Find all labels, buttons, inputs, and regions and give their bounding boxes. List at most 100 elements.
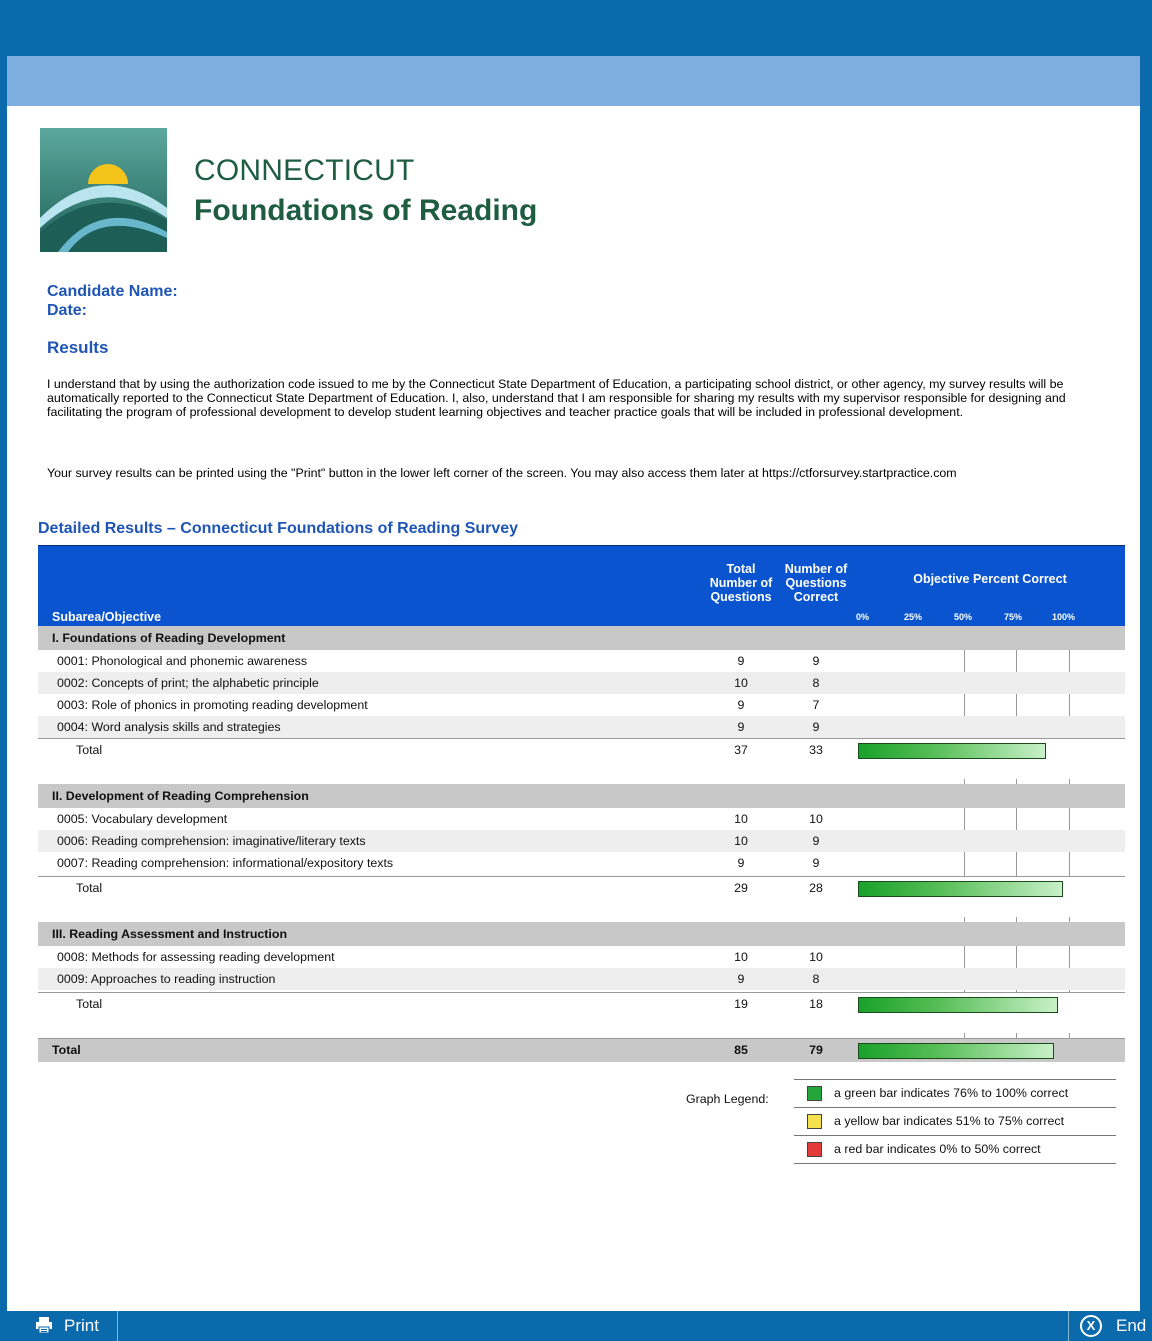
percent-bar — [858, 1043, 1055, 1059]
section-row: III. Reading Assessment and Instruction — [38, 922, 1125, 946]
correct-questions: 8 — [812, 676, 820, 690]
header-band — [7, 56, 1140, 106]
section-title: III. Reading Assessment and Instruction — [52, 927, 288, 941]
tick-label: 25% — [904, 612, 923, 622]
table-row: 0008: Methods for assessing reading deve… — [38, 946, 1125, 968]
results-page: CONNECTICUT Foundations of Reading Candi… — [7, 106, 1140, 1311]
table-row: 0006: Reading comprehension: imaginative… — [38, 830, 1125, 852]
results-table: Subarea/Objective Total Number of Questi… — [38, 545, 1125, 1062]
correct-questions: 9 — [812, 654, 820, 668]
grand-total-label: Total — [52, 1043, 81, 1057]
printer-icon — [36, 1317, 52, 1334]
tick-label: 0% — [856, 612, 870, 622]
print-instructions: Your survey results can be printed using… — [47, 466, 957, 480]
date-label: Date: — [47, 302, 88, 319]
legend-item: a yellow bar indicates 51% to 75% correc… — [794, 1108, 1116, 1136]
percent-bar — [858, 881, 1063, 897]
brand-title: CONNECTICUT — [194, 154, 415, 187]
grand-total-row: Total 85 79 — [38, 1038, 1125, 1062]
graph-legend-label: Graph Legend: — [686, 1092, 769, 1106]
objective-name: 0003: Role of phonics in promoting readi… — [57, 698, 368, 712]
print-button[interactable]: Print — [22, 1311, 118, 1341]
total-questions: 10 — [734, 950, 748, 964]
total-questions: 9 — [737, 720, 745, 734]
legend-text: a red bar indicates 0% to 50% correct — [834, 1142, 1041, 1156]
table-row: 0002: Concepts of print; the alphabetic … — [38, 672, 1125, 694]
red-swatch — [807, 1142, 822, 1157]
table-row: 0005: Vocabulary development 10 10 — [38, 808, 1125, 830]
yellow-swatch — [807, 1114, 822, 1129]
total-questions: 9 — [737, 698, 745, 712]
results-heading: Results — [47, 338, 109, 357]
header-correct-questions: Number of Questions Correct — [784, 562, 848, 604]
candidate-info: Candidate Name: Date: — [47, 282, 178, 320]
objective-name: 0009: Approaches to reading instruction — [57, 972, 276, 986]
connecticut-logo — [40, 128, 167, 252]
total-questions: 9 — [737, 654, 745, 668]
brand-subtitle: Foundations of Reading — [194, 194, 538, 227]
legend-text: a yellow bar indicates 51% to 75% correc… — [834, 1114, 1065, 1128]
correct-questions: 9 — [812, 720, 820, 734]
objective-name: 0001: Phonological and phonemic awarenes… — [57, 654, 308, 668]
total-questions: 85 — [734, 1043, 748, 1057]
candidate-name-label: Candidate Name: — [47, 283, 178, 300]
section-title: I. Foundations of Reading Development — [52, 631, 286, 645]
section-total-row: Total 19 18 — [38, 992, 1125, 1033]
total-questions: 10 — [734, 812, 748, 826]
table-row: 0007: Reading comprehension: information… — [38, 852, 1125, 874]
total-questions: 29 — [734, 881, 748, 895]
tick-label: 50% — [954, 612, 973, 622]
total-questions: 37 — [734, 743, 748, 757]
section-row: I. Foundations of Reading Development — [38, 626, 1125, 650]
correct-questions: 33 — [809, 743, 823, 757]
section-row: II. Development of Reading Comprehension — [38, 784, 1125, 808]
correct-questions: 10 — [809, 812, 823, 826]
correct-questions: 7 — [812, 698, 820, 712]
table-row: 0003: Role of phonics in promoting readi… — [38, 694, 1125, 716]
table-row: 0001: Phonological and phonemic awarenes… — [38, 650, 1125, 672]
total-label: Total — [76, 997, 103, 1011]
green-swatch — [807, 1086, 822, 1101]
total-questions: 10 — [734, 834, 748, 848]
total-questions: 19 — [734, 997, 748, 1011]
title-bar — [0, 0, 1152, 56]
section-total-row: Total 29 28 — [38, 876, 1125, 917]
bottom-toolbar — [0, 1311, 1152, 1341]
tick-label: 75% — [1004, 612, 1023, 622]
table-row: 0004: Word analysis skills and strategie… — [38, 716, 1125, 738]
objective-name: 0004: Word analysis skills and strategie… — [57, 720, 281, 734]
legend-item: a red bar indicates 0% to 50% correct — [794, 1136, 1116, 1164]
graph-legend: a green bar indicates 76% to 100% correc… — [794, 1079, 1116, 1164]
table-row: 0009: Approaches to reading instruction … — [38, 968, 1125, 990]
legend-text: a green bar indicates 76% to 100% correc… — [834, 1086, 1069, 1100]
total-label: Total — [76, 743, 103, 757]
table-header: Subarea/Objective Total Number of Questi… — [38, 545, 1125, 627]
end-label: End — [1116, 1316, 1147, 1335]
correct-questions: 8 — [812, 972, 820, 986]
total-questions: 9 — [737, 856, 745, 870]
section-total-row: Total 37 33 — [38, 738, 1125, 779]
section-title: II. Development of Reading Comprehension — [52, 789, 309, 803]
correct-questions: 79 — [809, 1043, 823, 1057]
header-total-questions: Total Number of Questions — [709, 562, 773, 604]
objective-name: 0005: Vocabulary development — [57, 812, 228, 826]
print-label: Print — [64, 1316, 99, 1335]
correct-questions: 9 — [812, 856, 820, 870]
objective-name: 0006: Reading comprehension: imaginative… — [57, 834, 366, 848]
correct-questions: 18 — [809, 997, 823, 1011]
objective-name: 0007: Reading comprehension: information… — [57, 856, 394, 870]
correct-questions: 9 — [812, 834, 820, 848]
percent-bar — [858, 997, 1059, 1013]
percent-bar — [858, 743, 1046, 759]
authorization-paragraph: I understand that by using the authoriza… — [47, 377, 1066, 419]
detailed-results-heading: Detailed Results – Connecticut Foundatio… — [38, 520, 519, 537]
objective-name: 0008: Methods for assessing reading deve… — [57, 950, 335, 964]
tick-label: 100% — [1052, 612, 1076, 622]
total-questions: 9 — [737, 972, 745, 986]
end-button[interactable]: X End — [1068, 1311, 1152, 1341]
objective-name: 0002: Concepts of print; the alphabetic … — [57, 676, 319, 690]
header-objective-percent: Objective Percent Correct — [913, 572, 1067, 586]
correct-questions: 10 — [809, 950, 823, 964]
total-label: Total — [76, 881, 103, 895]
legend-item: a green bar indicates 76% to 100% correc… — [794, 1079, 1116, 1108]
